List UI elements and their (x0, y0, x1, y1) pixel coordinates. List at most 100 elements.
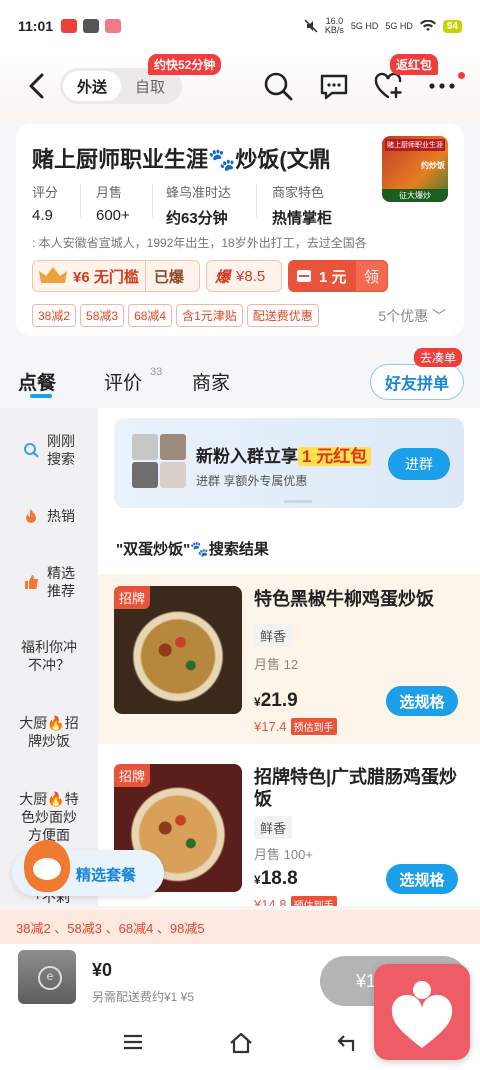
store-tabs: 点餐 评价 33 商家 好友拼单 去凑单 (0, 348, 480, 404)
notification-dot (458, 72, 465, 79)
dish-flavor: 鲜香 (254, 624, 293, 647)
sidebar-item-featured[interactable]: 精选 推荐 (0, 562, 98, 602)
status-time: 11:01 (18, 18, 54, 34)
discount-list[interactable]: 38减2 58减3 68减4 含1元津贴 配送费优惠 (32, 304, 319, 327)
crown-icon (33, 261, 73, 291)
home-icon[interactable] (228, 1032, 254, 1054)
signature-badge: 招牌 (114, 586, 151, 609)
store-intro[interactable]: : 本人安徽省宣城人，1992年出生，18岁外出打工，去过全国各 (32, 234, 450, 251)
group-avatars (132, 434, 186, 488)
store-logo-text-mid: 约炒饭 (421, 161, 445, 170)
claim-coupon-button[interactable]: 领 (355, 261, 387, 291)
discount-tag: 68减4 (128, 304, 173, 327)
tab-merchant[interactable]: 商家 (192, 368, 230, 395)
battery-level: 94 (442, 19, 462, 33)
mascot-dog-icon (24, 840, 70, 892)
mute-icon (304, 19, 318, 33)
cart-total: ¥0 (92, 960, 113, 980)
search-icon (24, 443, 39, 458)
store-info-card: 赌上厨师职业生涯🐾炒饭(文鼎 赌上厨师职业生涯 约炒饭 征大爆炒 评分 4.9 … (16, 124, 464, 336)
back-icon[interactable] (336, 1032, 358, 1054)
message-icon[interactable] (318, 70, 350, 102)
stat-rating: 评分 4.9 (32, 185, 59, 224)
top-up-bubble: 去凑单 (414, 348, 463, 367)
discount-strip: 38减2 、58减3 、68减4 、98减5 (0, 910, 480, 944)
status-bar: 11:01 16.0 KB/s 5G HD 5G HD 94 (0, 0, 480, 52)
sidebar-item-noodles[interactable]: 大厨🔥特 色炒面炒 方便面 (0, 790, 98, 844)
more-icon[interactable] (426, 70, 458, 102)
search-icon[interactable] (262, 70, 294, 102)
sidebar-item-hot[interactable]: 热销 (0, 504, 98, 528)
thumbs-up-icon (25, 575, 38, 589)
banner-subtitle: 进群 享额外专属优惠 (196, 474, 308, 488)
more-discounts[interactable]: 5个优惠 ﹀ (378, 306, 446, 326)
banner-title: 新粉入群立享 1 元红包 (196, 442, 372, 467)
tab-reviews[interactable]: 评价 (104, 368, 142, 395)
active-tab-indicator (30, 394, 52, 398)
discount-tag: 38减2 (32, 304, 77, 327)
coupon-icon (297, 270, 311, 282)
group-order-button[interactable]: 好友拼单 (370, 364, 464, 400)
floating-assistant-icon[interactable] (374, 964, 470, 1060)
category-sidebar: 刚刚 搜索 热销 精选 推荐 福利你冲 不冲？ 大厨🔥招 牌炒饭 大厨🔥特 色炒… (0, 408, 98, 906)
stat-monthly-sales: 月售 600+ (96, 185, 130, 224)
discount-tag: 58减3 (80, 304, 125, 327)
cart-icon[interactable] (18, 950, 76, 1004)
carousel-indicator (284, 500, 312, 503)
boom-label: 爆 (215, 268, 231, 286)
menu-item[interactable]: 招牌 特色黑椒牛柳鸡蛋炒饭 鲜香 月售 12 ¥21.9 ¥17.4 预估到手 选… (98, 574, 480, 744)
estimated-price: ¥17.4 预估到手 (254, 718, 337, 735)
dish-flavor: 鲜香 (254, 816, 293, 839)
mode-pickup[interactable]: 自取 (121, 76, 179, 97)
dish-sales: 月售 100+ (254, 847, 313, 862)
discount-tag: 含1元津贴 (176, 304, 243, 327)
store-name: 赌上厨师职业生涯🐾炒饭(文鼎 (32, 147, 331, 172)
select-spec-button[interactable]: 选规格 (386, 864, 458, 894)
no-threshold-coupon[interactable]: ¥6 无门槛 已爆 (32, 260, 200, 292)
boom-value: ¥8.5 (236, 267, 266, 285)
dish-price: ¥18.8 (254, 868, 298, 889)
store-logo-text-top: 赌上厨师职业生涯 (385, 139, 445, 151)
wifi-icon (419, 20, 436, 31)
dish-name: 特色黑椒牛柳鸡蛋炒饭 (254, 589, 434, 609)
discount-tag: 配送费优惠 (246, 304, 319, 327)
boom-coupon[interactable]: 爆 ¥8.5 (206, 260, 282, 292)
store-logo[interactable]: 赌上厨师职业生涯 约炒饭 征大爆炒 (382, 136, 448, 202)
one-yuan-value: 1 元 (319, 268, 347, 286)
sidebar-item-benefits[interactable]: 福利你冲 不冲？ (0, 638, 98, 674)
signature-badge: 招牌 (114, 764, 151, 787)
set-meal-button[interactable]: 精选套餐 (12, 840, 164, 896)
menu-icon[interactable] (122, 1032, 144, 1052)
join-group-button[interactable]: 进群 (388, 448, 450, 480)
no-threshold-coupon-label: ¥6 无门槛 (73, 268, 139, 286)
menu-list: 新粉入群立享 1 元红包 进群 享额外专属优惠 进群 "双蛋炒饭"🐾搜索结果 招牌… (98, 408, 480, 906)
fan-group-banner[interactable]: 新粉入群立享 1 元红包 进群 享额外专属优惠 进群 (114, 418, 464, 508)
search-result-heading: "双蛋炒饭"🐾搜索结果 (116, 541, 269, 558)
select-spec-button[interactable]: 选规格 (386, 686, 458, 716)
signal-2: 5G HD (385, 21, 413, 31)
app-notification-icon-2 (105, 19, 122, 33)
sidebar-item-signature-rice[interactable]: 大厨🔥招 牌炒饭 (0, 714, 98, 750)
net-unit: KB/s (324, 25, 344, 35)
dish-name: 招牌特色|广式腊肠鸡蛋炒饭 (254, 767, 458, 809)
faster-promo-bubble: 约快52分钟 (148, 54, 222, 75)
one-yuan-coupon[interactable]: 1 元 领 (288, 260, 388, 292)
store-logo-text-bottom: 征大爆炒 (382, 189, 448, 202)
fire-icon (26, 509, 36, 523)
stat-merchant-feature: 商家特色 热情掌柜 (272, 185, 333, 227)
dish-sales: 月售 12 (254, 657, 299, 672)
stat-delivery-time: 蜂鸟准时达 约63分钟 (166, 185, 232, 227)
link-icon (83, 19, 100, 33)
tab-order[interactable]: 点餐 (18, 368, 56, 395)
store-navbar: 外送 自取 约快52分钟 返红包 (0, 52, 480, 122)
estimated-price: ¥14.8预估到手 (254, 896, 337, 906)
delivery-fee-note: 另需配送费约¥1 ¥5 (92, 990, 195, 1004)
app-notification-icon (61, 19, 78, 33)
dish-price: ¥21.9 (254, 690, 298, 711)
mode-delivery[interactable]: 外送 (63, 71, 121, 101)
chevron-down-icon: ﹀ (432, 308, 446, 324)
signal-1: 5G HD (350, 21, 379, 31)
sidebar-item-recent-search[interactable]: 刚刚 搜索 (0, 430, 98, 470)
back-arrow-icon[interactable] (26, 72, 48, 100)
reviews-count: 33 (150, 366, 163, 378)
